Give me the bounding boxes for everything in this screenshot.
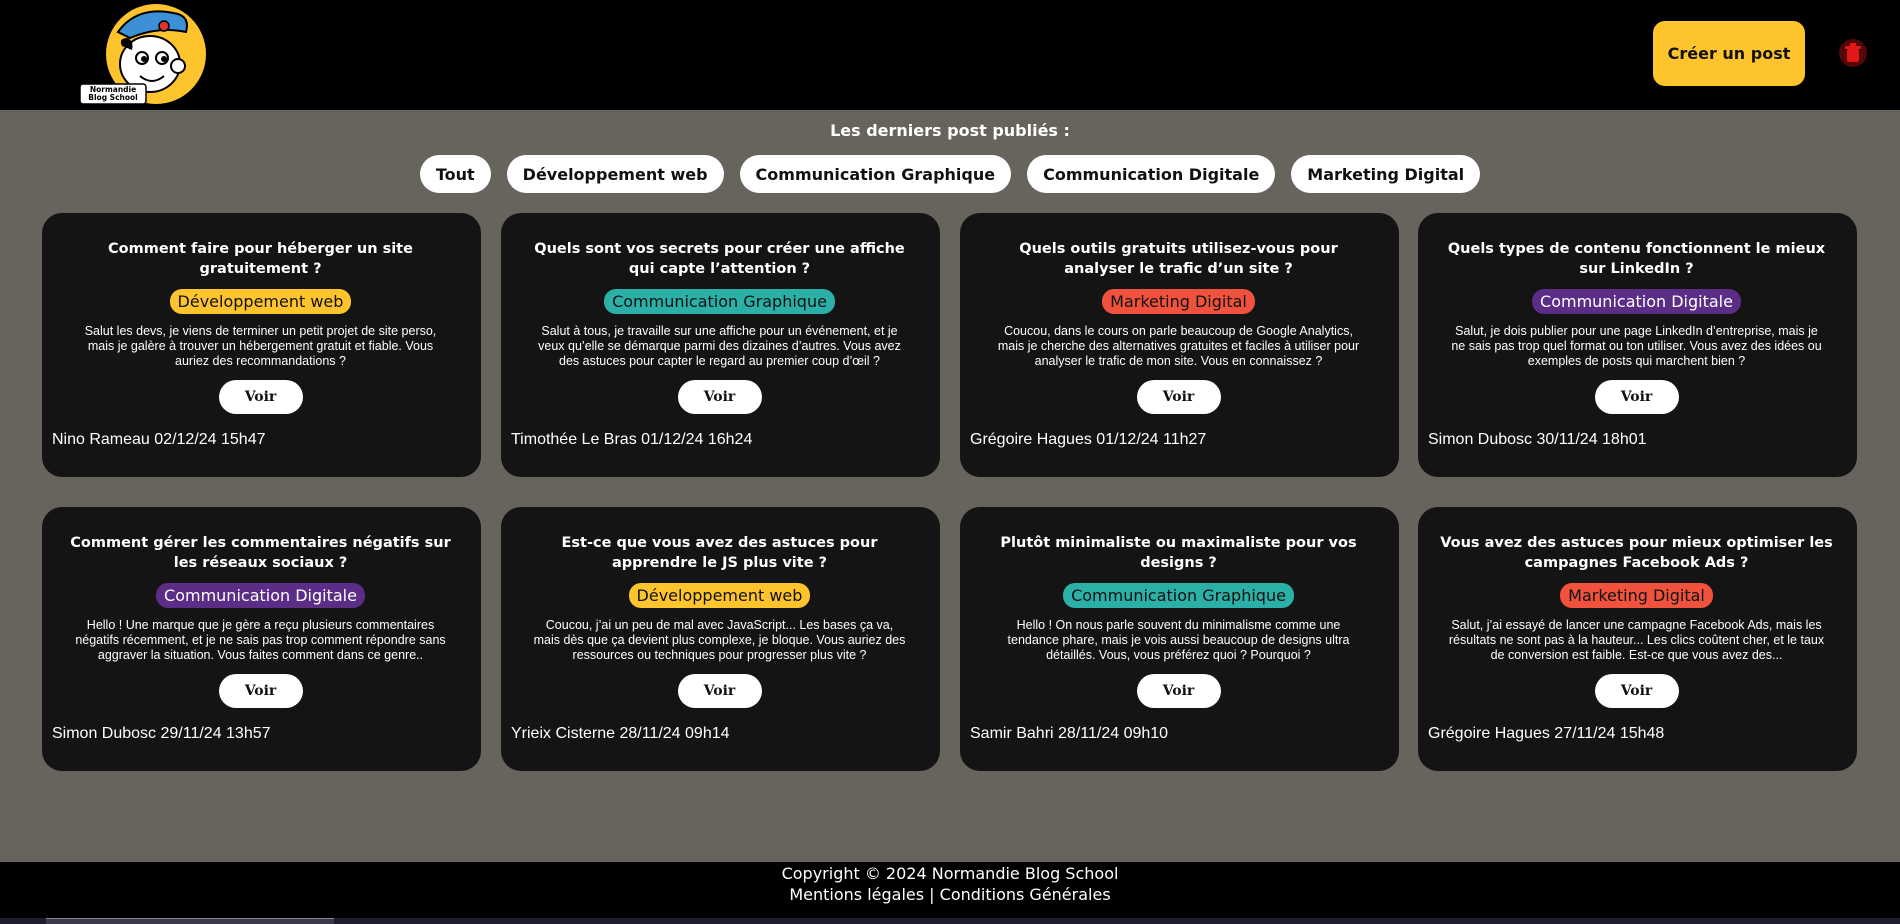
post-card: Quels outils gratuits utilisez-vous pour… (960, 213, 1399, 477)
post-title: Plutôt minimaliste ou maximaliste pour v… (1000, 535, 1357, 571)
post-card: Plutôt minimaliste ou maximaliste pour v… (960, 507, 1399, 771)
post-category-tag: Marketing Digital (1102, 289, 1255, 314)
latest-posts-title: Les derniers post publiés : (830, 121, 1070, 140)
view-post-button[interactable]: Voir (218, 380, 303, 414)
post-excerpt: Hello ! Une marque que je gère a reçu pl… (75, 618, 446, 662)
copyright-text: Copyright © 2024 Normandie Blog School (781, 864, 1119, 883)
os-taskbar (0, 918, 1900, 924)
post-card: Est-ce que vous avez des astuces pour ap… (501, 507, 940, 771)
post-title: Vous avez des astuces pour mieux optimis… (1440, 535, 1833, 571)
create-post-button[interactable]: Créer un post (1653, 21, 1805, 86)
view-post-button[interactable]: Voir (677, 380, 762, 414)
view-post-button[interactable]: Voir (218, 674, 303, 708)
legal-notice-link[interactable]: Mentions légales (789, 885, 924, 904)
post-category-tag: Marketing Digital (1560, 583, 1713, 608)
filter-all[interactable]: Tout (419, 155, 491, 193)
filter-graphic-communication[interactable]: Communication Graphique (739, 155, 1012, 193)
post-category-tag: Communication Digitale (1532, 289, 1741, 314)
taskbar-item[interactable] (46, 918, 334, 924)
post-card: Comment faire pour héberger un site grat… (42, 213, 481, 477)
logo-text: Normandie Blog School (88, 85, 138, 102)
post-title: Quels types de contenu fonctionnent le m… (1447, 241, 1826, 277)
site-header: Normandie Blog School Créer un post (0, 0, 1900, 110)
post-author-date: Yrieix Cisterne 28/11/24 09h14 (511, 725, 730, 742)
view-post-button[interactable]: Voir (1136, 380, 1221, 414)
trash-icon[interactable] (1838, 38, 1868, 68)
footer-separator: | (924, 885, 940, 904)
filter-digital-communication[interactable]: Communication Digitale (1027, 155, 1276, 193)
footer-links: Mentions légales | Conditions Générales (0, 884, 1900, 905)
post-excerpt: Salut les devs, je viens de terminer un … (84, 324, 437, 368)
post-author-date: Simon Dubosc 30/11/24 18h01 (1428, 431, 1647, 448)
filter-web-dev[interactable]: Développement web (506, 155, 724, 193)
post-excerpt: Coucou, dans le cours on parle beaucoup … (997, 324, 1360, 368)
site-logo[interactable]: Normandie Blog School (78, 2, 210, 106)
post-title: Est-ce que vous avez des astuces pour ap… (561, 535, 878, 571)
post-excerpt: Hello ! On nous parle souvent du minimal… (1007, 618, 1350, 662)
post-category-tag: Communication Digitale (156, 583, 365, 608)
terms-link[interactable]: Conditions Générales (940, 885, 1111, 904)
post-title: Comment faire pour héberger un site grat… (108, 241, 413, 277)
post-category-tag: Communication Graphique (604, 289, 835, 314)
view-post-button[interactable]: Voir (1594, 674, 1679, 708)
post-card: Vous avez des astuces pour mieux optimis… (1418, 507, 1857, 771)
post-category-tag: Communication Graphique (1063, 583, 1294, 608)
post-card: Quels sont vos secrets pour créer une af… (501, 213, 940, 477)
post-author-date: Grégoire Hagues 01/12/24 11h27 (970, 431, 1207, 448)
post-author-date: Grégoire Hagues 27/11/24 15h48 (1428, 725, 1665, 742)
post-author-date: Timothée Le Bras 01/12/24 16h24 (511, 431, 753, 448)
filter-digital-marketing[interactable]: Marketing Digital (1291, 155, 1481, 193)
post-author-date: Samir Bahri 28/11/24 09h10 (970, 725, 1169, 742)
post-card: Comment gérer les commentaires négatifs … (42, 507, 481, 771)
view-post-button[interactable]: Voir (1136, 674, 1221, 708)
view-post-button[interactable]: Voir (677, 674, 762, 708)
post-excerpt: Salut à tous, je travaille sur une affic… (538, 324, 901, 368)
post-category-tag: Développement web (169, 289, 352, 314)
post-author-date: Nino Rameau 02/12/24 15h47 (52, 431, 266, 448)
view-post-button[interactable]: Voir (1594, 380, 1679, 414)
post-excerpt: Salut, j’ai essayé de lancer une campagn… (1448, 618, 1825, 662)
post-card: Quels types de contenu fonctionnent le m… (1418, 213, 1857, 477)
post-category-tag: Développement web (628, 583, 811, 608)
site-footer: Copyright © 2024 Normandie Blog School M… (0, 862, 1900, 918)
post-excerpt: Salut, je dois publier pour une page Lin… (1451, 324, 1822, 368)
post-title: Comment gérer les commentaires négatifs … (70, 535, 451, 571)
post-author-date: Simon Dubosc 29/11/24 13h57 (52, 725, 271, 742)
post-excerpt: Coucou, j’ai un peu de mal avec JavaScri… (533, 618, 906, 662)
post-title: Quels sont vos secrets pour créer une af… (534, 241, 905, 277)
category-filters: Tout Développement web Communication Gra… (0, 155, 1900, 193)
post-title: Quels outils gratuits utilisez-vous pour… (1019, 241, 1338, 277)
